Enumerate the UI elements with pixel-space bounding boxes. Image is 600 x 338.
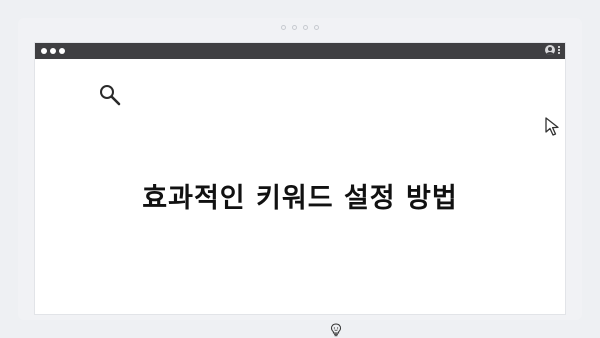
app-window: 효과적인 키워드 설정 방법 [34, 42, 566, 337]
title-bar-actions [545, 45, 560, 55]
user-icon[interactable] [545, 45, 555, 55]
dot [303, 25, 308, 30]
dot [281, 25, 286, 30]
window-control-minimize[interactable] [50, 48, 56, 54]
window-control-close[interactable] [41, 48, 47, 54]
search-icon[interactable] [98, 83, 122, 107]
dot [314, 25, 319, 30]
cursor-arrow-icon [545, 117, 559, 136]
window-controls [41, 48, 65, 54]
page-headline: 효과적인 키워드 설정 방법 [142, 183, 458, 214]
kebab-menu-icon[interactable] [558, 46, 560, 54]
title-bar [35, 43, 565, 59]
window-control-maximize[interactable] [59, 48, 65, 54]
window-dots [18, 25, 582, 30]
lightbulb-icon [330, 323, 342, 337]
dot [292, 25, 297, 30]
